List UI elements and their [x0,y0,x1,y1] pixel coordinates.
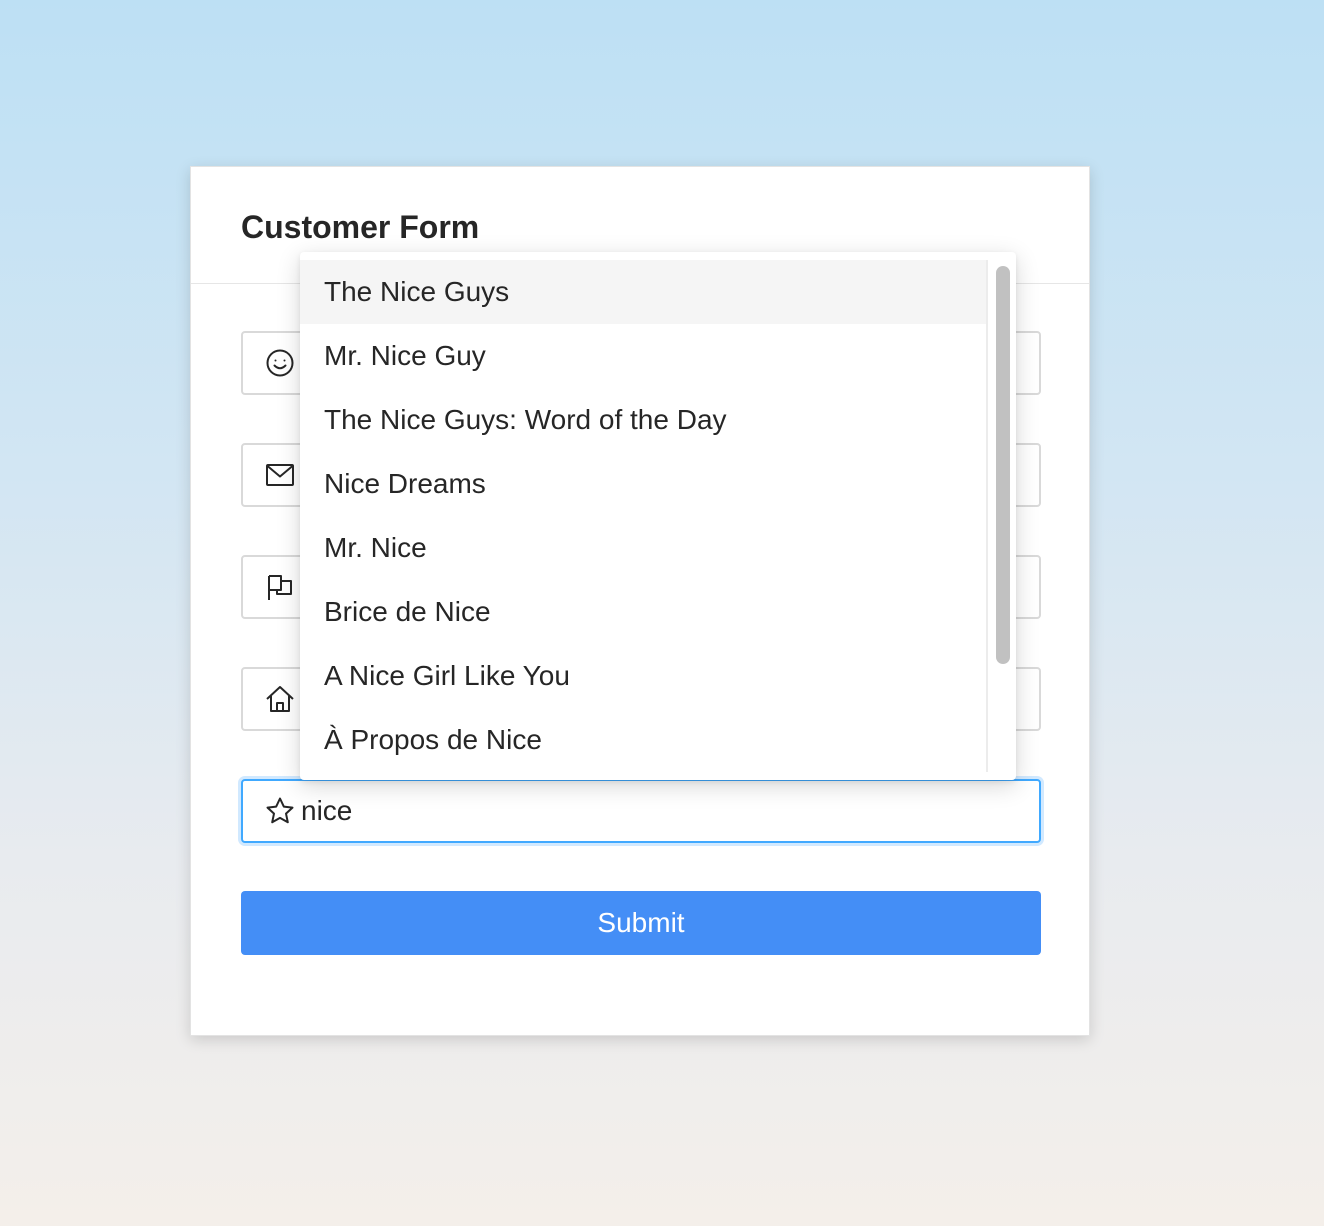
mail-icon [263,458,297,492]
autocomplete-option[interactable]: Brice de Nice [300,580,986,644]
autocomplete-option[interactable]: The Nice Guys [300,260,986,324]
autocomplete-option[interactable]: Mr. Nice Guy [300,324,986,388]
scrollbar-thumb[interactable] [996,266,1010,664]
flag-icon [263,570,297,604]
scrollbar-track [986,260,988,772]
submit-button[interactable]: Submit [241,891,1041,955]
movie-search-input[interactable] [301,786,1001,836]
autocomplete-list: The Nice Guys Mr. Nice Guy The Nice Guys… [300,260,986,772]
star-icon [263,794,297,828]
autocomplete-option[interactable]: The Nice Guys: Word of the Day [300,388,986,452]
movie-field[interactable] [241,779,1041,843]
home-icon [263,682,297,716]
autocomplete-dropdown: The Nice Guys Mr. Nice Guy The Nice Guys… [300,252,1016,780]
autocomplete-option[interactable]: À Propos de Nice [300,708,986,772]
smile-icon [263,346,297,380]
autocomplete-option[interactable]: Mr. Nice [300,516,986,580]
form-title: Customer Form [241,209,480,245]
autocomplete-option[interactable]: A Nice Girl Like You [300,644,986,708]
autocomplete-option[interactable]: Nice Dreams [300,452,986,516]
